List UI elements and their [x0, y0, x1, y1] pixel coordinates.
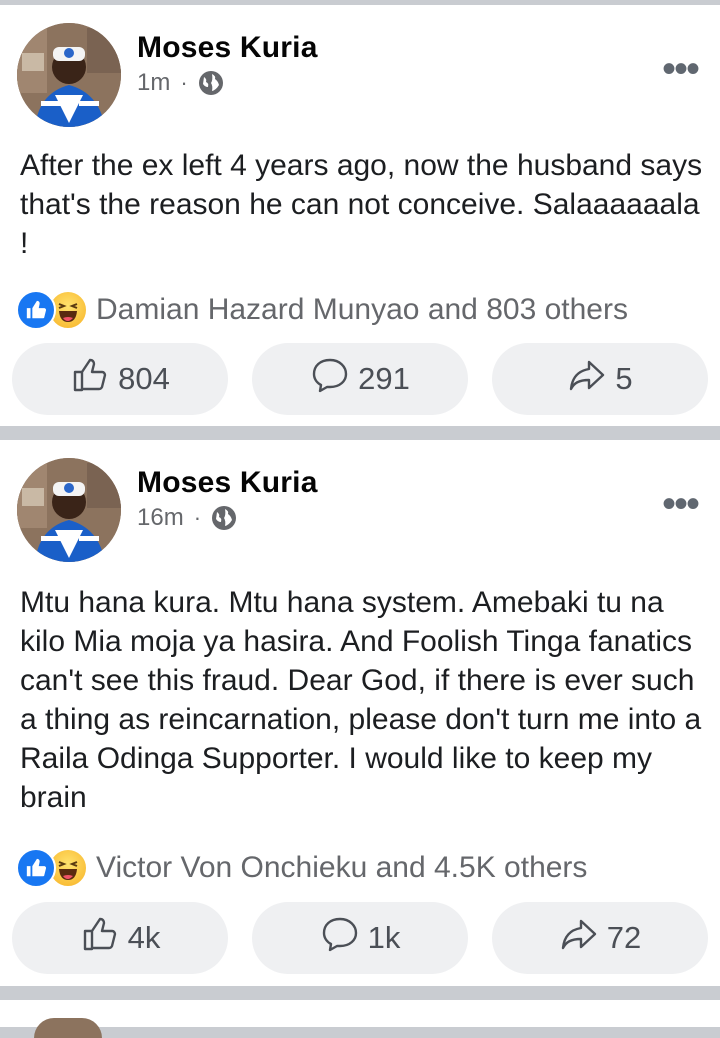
share-arrow-icon: [567, 355, 607, 403]
thumbs-up-icon: [80, 914, 120, 962]
author-avatar[interactable]: [34, 1018, 102, 1038]
comment-button[interactable]: 291: [252, 343, 468, 415]
globe-icon[interactable]: [211, 505, 237, 531]
post-card-partial: [0, 1000, 720, 1038]
post-time[interactable]: 1m: [137, 69, 170, 97]
post-card: Moses Kuria 16m · ••• Mtu hana kura. Mtu…: [0, 440, 720, 986]
meta-separator: ·: [180, 70, 188, 95]
more-options-icon[interactable]: •••: [662, 49, 700, 89]
author-avatar[interactable]: [17, 458, 121, 562]
share-count: 5: [615, 361, 633, 396]
like-count: 804: [118, 361, 170, 396]
globe-icon[interactable]: [198, 70, 224, 96]
like-reaction-icon: [16, 848, 56, 888]
author-name[interactable]: Moses Kuria: [137, 466, 318, 500]
like-count: 4k: [127, 920, 161, 955]
comment-bubble-icon: [320, 914, 360, 962]
post-meta: 16m ·: [137, 504, 237, 532]
post-time[interactable]: 16m: [137, 504, 184, 532]
like-button[interactable]: 4k: [12, 902, 228, 974]
reaction-summary[interactable]: Damian Hazard Munyao and 803 others: [16, 290, 628, 330]
comment-button[interactable]: 1k: [252, 902, 468, 974]
post-meta: 1m ·: [137, 69, 224, 97]
action-bar: 804 291 5: [12, 343, 708, 415]
author-name[interactable]: Moses Kuria: [137, 31, 318, 65]
reaction-text[interactable]: Damian Hazard Munyao and 803 others: [96, 293, 628, 327]
share-button[interactable]: 5: [492, 343, 708, 415]
thumbs-up-icon: [70, 355, 110, 403]
meta-separator: ·: [193, 505, 202, 530]
post-card: Moses Kuria 1m · ••• After the ex left 4…: [0, 5, 720, 426]
author-avatar[interactable]: [17, 23, 121, 127]
share-arrow-icon: [559, 914, 599, 962]
post-text: Mtu hana kura. Mtu hana system. Amebaki …: [20, 586, 702, 814]
more-options-icon[interactable]: •••: [662, 484, 700, 524]
share-count: 72: [606, 920, 642, 955]
action-bar: 4k 1k 72: [12, 902, 708, 974]
comment-count: 291: [358, 361, 410, 396]
share-button[interactable]: 72: [492, 902, 708, 974]
reaction-text[interactable]: Victor Von Onchieku and 4.5K others: [96, 851, 587, 885]
comment-count: 1k: [367, 920, 401, 955]
comment-bubble-icon: [310, 355, 350, 403]
reaction-summary[interactable]: Victor Von Onchieku and 4.5K others: [16, 848, 587, 888]
like-reaction-icon: [16, 290, 56, 330]
like-button[interactable]: 804: [12, 343, 228, 415]
post-text: After the ex left 4 years ago, now the h…: [20, 149, 703, 260]
